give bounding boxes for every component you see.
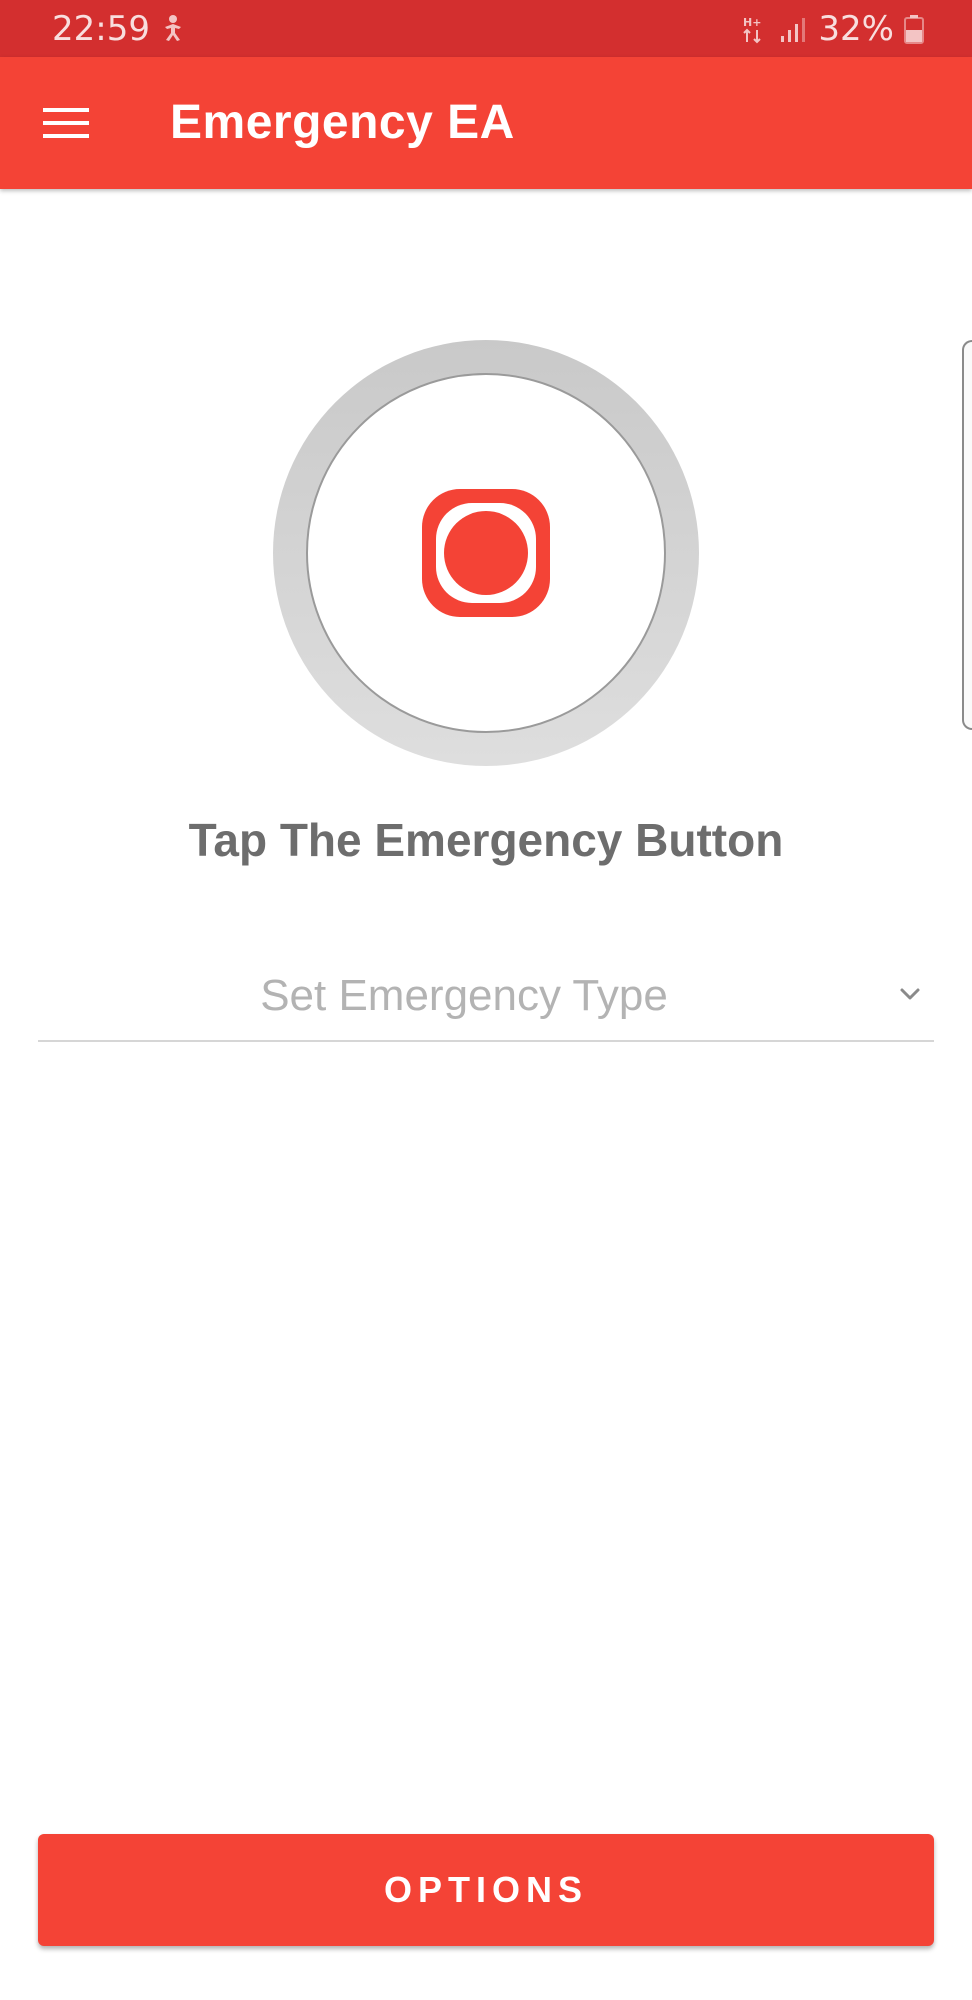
status-icons: H+ 32% (740, 9, 924, 49)
options-button[interactable]: OPTIONS (38, 1834, 934, 1946)
svg-text:H+: H+ (743, 16, 761, 29)
status-bar: 22:59 H+ 32% (0, 0, 972, 57)
emergency-type-placeholder: Set Emergency Type (260, 971, 668, 1020)
emergency-button-inner (306, 373, 666, 733)
emergency-type-select[interactable]: Set Emergency Type (38, 950, 934, 1042)
chevron-down-icon (900, 988, 920, 1000)
status-time: 22:59 (52, 9, 150, 49)
signal-bars-icon (781, 18, 806, 42)
battery-percent: 32% (818, 9, 894, 49)
emergency-button[interactable] (273, 340, 699, 766)
accessibility-icon (165, 15, 181, 41)
options-button-label: OPTIONS (383, 1869, 589, 1910)
emergency-heading: Tap The Emergency Button (188, 814, 784, 866)
battery-low-icon (904, 15, 924, 44)
edge-panel-handle[interactable] (962, 340, 972, 730)
hamburger-menu-icon (43, 108, 89, 138)
record-icon (422, 489, 550, 617)
app-bar: Emergency EA (0, 57, 972, 189)
app-title: Emergency EA (170, 96, 515, 149)
menu-button[interactable] (30, 87, 102, 159)
data-transfer-icon: H+ (743, 16, 762, 44)
